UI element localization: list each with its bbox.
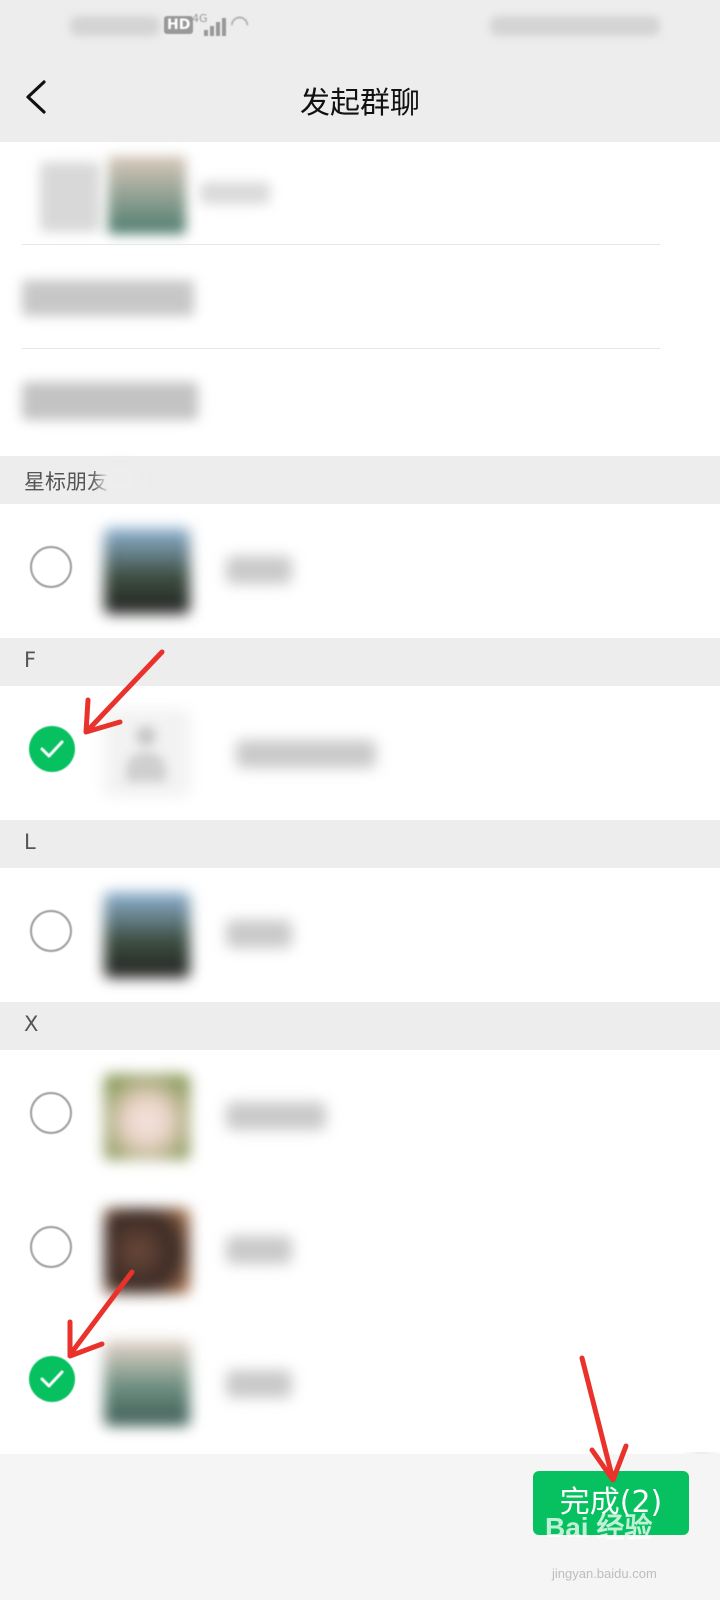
divider — [22, 244, 660, 245]
label-fade — [100, 464, 140, 498]
face-to-face-group-item-blurred[interactable] — [22, 382, 198, 420]
watermark-url: jingyan.baidu.com — [552, 1566, 657, 1581]
contact-row[interactable] — [0, 1050, 720, 1184]
contact-name-blurred — [226, 1236, 292, 1264]
contact-row[interactable] — [0, 868, 720, 1002]
section-header-l: L — [0, 820, 720, 868]
contact-name-blurred — [226, 1102, 326, 1130]
select-checkbox[interactable] — [30, 910, 72, 952]
divider — [22, 348, 660, 349]
contact-row[interactable] — [0, 1318, 720, 1452]
signal-icon — [204, 18, 226, 36]
contact-row[interactable] — [0, 1184, 720, 1318]
section-label: 星标朋友 — [24, 470, 108, 494]
avatar — [104, 892, 190, 978]
contact-name-blurred — [236, 740, 376, 768]
watermark: Bai 经验 — [545, 1512, 653, 1543]
checkmark-icon — [40, 1370, 64, 1388]
person-placeholder-icon — [126, 726, 166, 786]
wifi-icon: ◠ — [230, 12, 250, 37]
selected-name-blurred — [200, 182, 270, 204]
status-bar-right-blurred — [490, 16, 660, 36]
avatar — [104, 528, 190, 614]
contact-name-blurred — [226, 1370, 292, 1398]
contact-row[interactable] — [0, 686, 720, 820]
section-label: L — [24, 830, 36, 854]
section-label: F — [24, 648, 37, 672]
select-checkbox[interactable] — [30, 546, 72, 588]
page-title: 发起群聊 — [300, 86, 420, 121]
title-bar: 发起群聊 — [0, 52, 720, 142]
select-checkbox-checked[interactable] — [29, 726, 75, 772]
selected-contacts-strip — [40, 162, 100, 232]
status-bar-time-blurred — [70, 16, 160, 36]
avatar — [104, 1074, 190, 1160]
hd-badge: HD — [164, 16, 194, 34]
select-checkbox[interactable] — [30, 1226, 72, 1268]
contact-name-blurred — [226, 920, 292, 948]
status-bar: HD 4G ◠ — [0, 0, 720, 52]
contact-row[interactable] — [0, 504, 720, 638]
section-header-f: F — [0, 638, 720, 686]
select-group-item-blurred[interactable] — [22, 280, 194, 316]
selected-avatar — [108, 156, 186, 234]
section-header-starred: 星标朋友 — [0, 456, 720, 504]
select-checkbox-checked[interactable] — [29, 1356, 75, 1402]
avatar — [104, 1340, 190, 1426]
section-label: X — [24, 1012, 39, 1036]
checkmark-icon — [40, 740, 64, 758]
contact-name-blurred — [226, 556, 292, 584]
select-checkbox[interactable] — [30, 1092, 72, 1134]
avatar — [104, 1208, 190, 1294]
section-header-x: X — [0, 1002, 720, 1050]
